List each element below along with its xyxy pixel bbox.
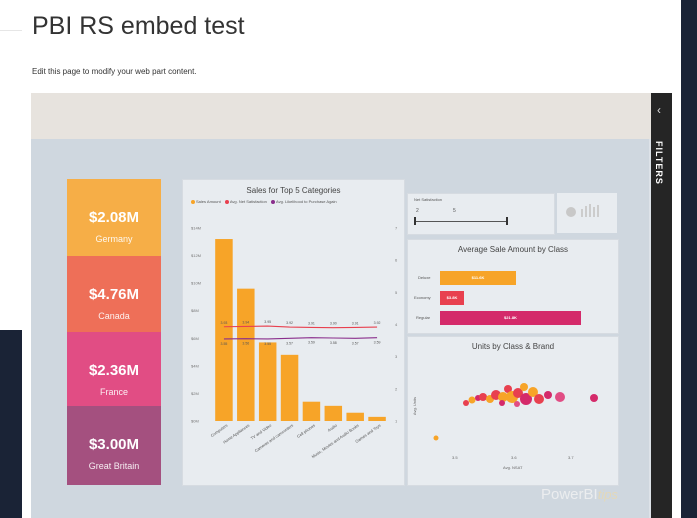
kpi-value: $3.00M	[88, 436, 140, 453]
y2-tick-label: 1	[395, 419, 398, 424]
slicer-min: 2	[416, 208, 419, 214]
slicer-track[interactable]	[416, 221, 508, 222]
filters-pane[interactable]: ‹ FILTERS	[651, 93, 672, 518]
line-data-label: 3.90	[330, 322, 337, 326]
scatter-x-tick: 3.6	[511, 455, 517, 460]
scatter-y-label: Avg. Units	[412, 397, 417, 416]
sales-chart-svg: $0M $2M $4M $6M $8M $10M $12M $14M 1 2 3 4 5 6 7 Comput…	[191, 226, 398, 460]
line-data-label: 3.58	[330, 341, 337, 345]
line-data-label: 3.55	[264, 342, 271, 346]
watermark-text: PowerBI	[541, 486, 598, 503]
bar-category-label: Deluxe	[418, 275, 431, 280]
line-data-label: 3.92	[286, 321, 293, 325]
page-title: PBI RS embed test	[32, 12, 245, 40]
line-data-label: 3.94	[242, 320, 249, 324]
scatter-points	[433, 383, 598, 441]
line-data-label: 3.91	[308, 321, 315, 325]
units-by-class-brand-chart[interactable]: Units by Class & Brand Avg. Units 3.5 3.…	[407, 336, 619, 486]
line-data-label: 3.56	[242, 342, 249, 346]
scatter-x-tick: 3.5	[452, 455, 458, 460]
scatter-x-tick: 3.7	[568, 455, 574, 460]
bar-category-label: Economy	[414, 295, 431, 300]
bar-deluxe[interactable]: $11.6K	[440, 271, 516, 285]
kpi-country: Canada	[98, 311, 130, 321]
kpi-card-germany[interactable]: $2.08M Germany	[67, 179, 161, 256]
avg-sale-by-class-chart[interactable]: Average Sale Amount by Class Deluxe Econ…	[407, 239, 619, 334]
line-data-label: 3.59	[374, 341, 381, 345]
y-tick-label: $8M	[191, 308, 199, 313]
y2-tick-label: 2	[395, 386, 398, 391]
chevron-left-icon[interactable]: ‹	[657, 103, 661, 117]
page-subtitle: Edit this page to modify your web part c…	[32, 67, 197, 76]
scatter-x-label: Avg. NSAT	[503, 465, 523, 470]
line-data-label: 3.57	[352, 341, 359, 345]
report-header-band	[31, 93, 672, 139]
y2-tick-label: 4	[395, 322, 398, 327]
slicer-max: 5	[453, 208, 456, 214]
sharepoint-page: PBI RS embed test Edit this page to modi…	[22, 0, 681, 518]
mini-visual[interactable]	[557, 193, 617, 233]
y-tick-label: $14M	[191, 226, 201, 231]
scatter-svg	[433, 383, 598, 441]
bar-value-label: $21.8K	[504, 315, 517, 320]
y-tick-label: $10M	[191, 281, 201, 286]
bar-economy[interactable]: $3.8K	[440, 291, 464, 305]
category-label: Cameras and camcorders	[254, 423, 295, 453]
sales-top5-chart[interactable]: Sales for Top 5 Categories Sales Amount …	[182, 179, 405, 486]
bar-value-label: $11.6K	[471, 275, 485, 280]
y-tick-label: $0M	[191, 419, 199, 424]
y-tick-label: $12M	[191, 253, 201, 258]
bar-2[interactable]	[258, 342, 277, 421]
bar-value-label: $3.8K	[446, 295, 458, 300]
bar-category-label: Regular	[416, 315, 431, 320]
bar-6[interactable]	[346, 412, 364, 421]
bar-0[interactable]	[215, 239, 233, 421]
line-data-label: 3.59	[308, 341, 315, 345]
slicer-handle-max[interactable]	[506, 217, 508, 225]
line-data-label: 3.93	[221, 321, 228, 325]
line-data-label: 3.91	[352, 321, 359, 325]
kpi-country: Germany	[95, 234, 133, 244]
kpi-country: Great Britain	[88, 461, 140, 471]
y-tick-label: $6M	[191, 336, 199, 341]
filters-label[interactable]: FILTERS	[654, 141, 664, 185]
line-data-label: 3.55	[221, 342, 228, 346]
bar-3[interactable]	[280, 354, 299, 421]
line-data-label: 3.57	[286, 341, 293, 345]
y2-tick-label: 6	[395, 258, 398, 263]
y-tick-label: $4M	[191, 363, 199, 368]
powerbi-embed-frame[interactable]: ‹ FILTERS $2.08M Germany $4.76M Canada $…	[31, 93, 672, 518]
y2-tick-label: 3	[395, 354, 398, 359]
mini-chart-icon	[566, 204, 599, 217]
line-data-label: 3.95	[264, 320, 271, 324]
bar-1[interactable]	[237, 288, 255, 421]
y-tick-label: $2M	[191, 391, 199, 396]
slicer-handle-min[interactable]	[414, 217, 416, 225]
category-label: Audio	[327, 422, 339, 432]
line-data-label: 3.92	[374, 321, 381, 325]
bar-7[interactable]	[368, 416, 386, 421]
kpi-value: $2.36M	[88, 362, 140, 379]
watermark-suffix: tips	[597, 487, 618, 502]
kpi-card-great-britain[interactable]: $3.00M Great Britain	[67, 406, 161, 485]
category-label: Computers	[210, 423, 229, 438]
kpi-card-france[interactable]: $2.36M France	[67, 332, 161, 406]
kpi-country: France	[99, 387, 128, 397]
y2-tick-label: 5	[395, 290, 398, 295]
bar-regular[interactable]: $21.8K	[440, 311, 581, 325]
bar-4[interactable]	[302, 401, 321, 421]
background-window	[0, 0, 22, 330]
bar-5[interactable]	[324, 405, 343, 421]
chart-title: Average Sale Amount by Class	[457, 245, 569, 254]
kpi-card-canada[interactable]: $4.76M Canada	[67, 256, 161, 332]
slicer-title: Net Satisfaction	[414, 197, 443, 202]
kpi-value: $4.76M	[88, 286, 140, 303]
kpi-value: $2.08M	[88, 209, 140, 226]
y2-tick-label: 7	[395, 226, 398, 231]
net-satisfaction-slicer[interactable]: Net Satisfaction 2 5	[407, 193, 555, 235]
powerbi-tips-watermark: PowerBItips	[541, 486, 618, 503]
category-label: Cell phones	[296, 423, 316, 439]
background-divider	[0, 30, 22, 31]
